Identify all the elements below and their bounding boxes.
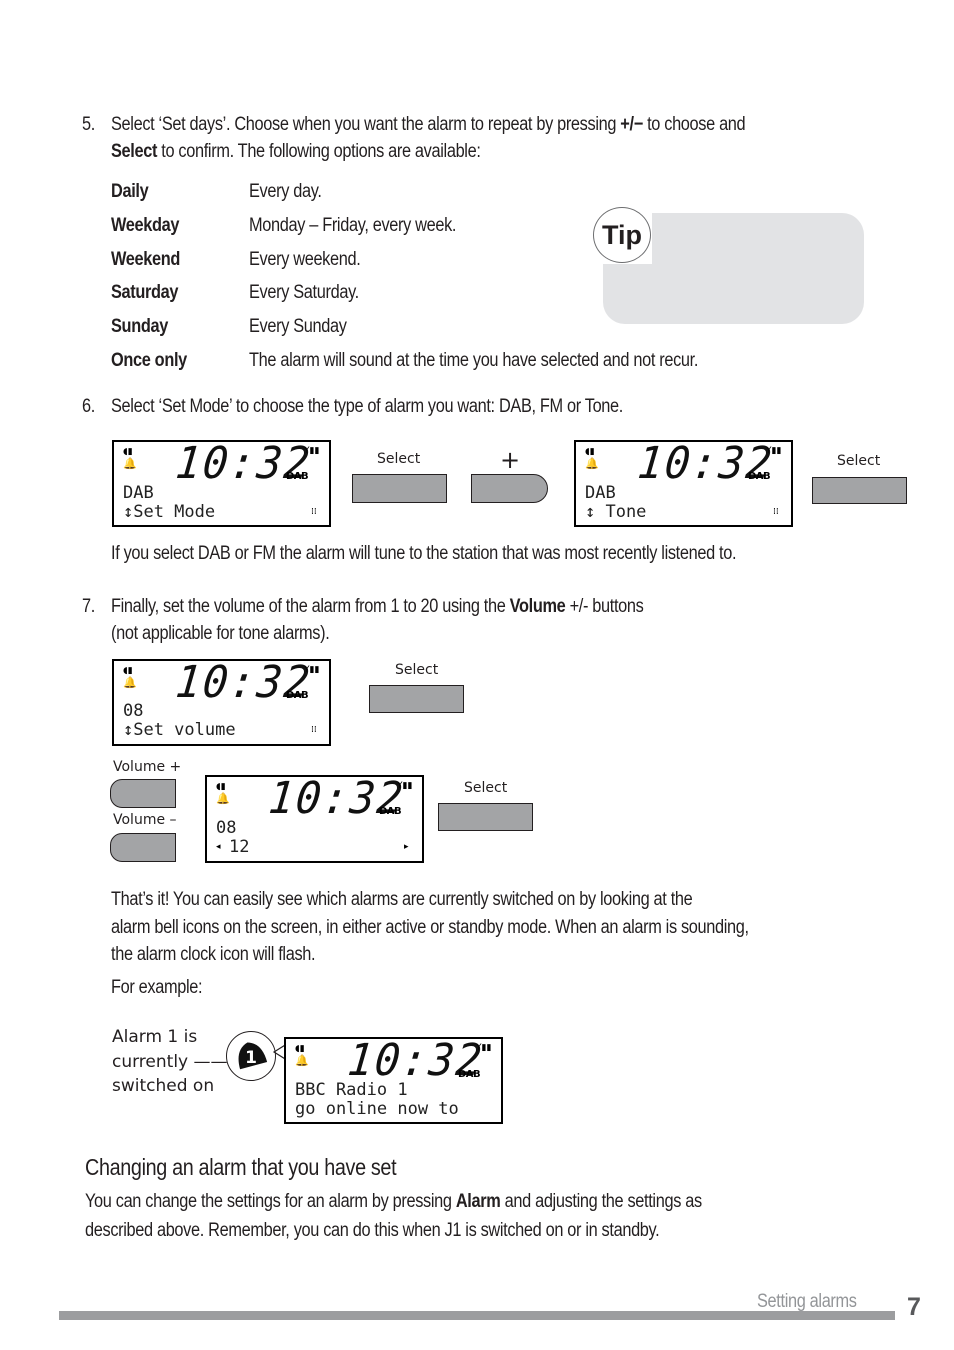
step-6-number: 6.: [82, 396, 95, 417]
alarm-bell-icon: 🔔: [123, 676, 137, 689]
scroll-icon: ⁞⁞: [311, 507, 317, 517]
lcd-line-2: ↕Set Mode: [123, 502, 216, 522]
select-button[interactable]: [438, 803, 533, 831]
step-7-line-2: (not applicable for tone alarms).: [111, 623, 330, 644]
lcd-display-tone: ◖▮ 🔔 10:32 Y▮▮ DAB DAB ↕ Tone ⁞⁞: [574, 438, 793, 527]
dab-badge: DAB: [286, 690, 309, 701]
select-button[interactable]: [369, 685, 464, 713]
volume-plus-button[interactable]: [110, 779, 176, 808]
tip-badge: Tip: [593, 207, 651, 263]
volume-minus-button[interactable]: [110, 833, 176, 862]
battery-icon: ◖▮: [123, 447, 133, 457]
step-5-line-2: Select to confirm. The following options…: [111, 141, 481, 162]
plus-button[interactable]: [471, 474, 548, 503]
option-key-once-only: Once only: [111, 350, 187, 371]
alarm-bell-magnified-icon: 1: [226, 1031, 276, 1081]
callout-line-1: Alarm 1 is: [112, 1027, 198, 1047]
alarm-bell-icon: 🔔: [295, 1054, 309, 1067]
footer-section-title: Setting alarms: [757, 1291, 857, 1312]
callout-line-3: switched on: [112, 1076, 215, 1096]
lcd-line-1: DAB: [585, 483, 616, 503]
dab-badge: DAB: [748, 471, 771, 482]
alarm-bell-icon: 🔔: [585, 457, 599, 470]
select-button[interactable]: [812, 477, 907, 504]
signal-icon: Y▮▮: [304, 446, 320, 456]
step-5-number: 5.: [82, 114, 95, 135]
alarm-bell-icon: 🔔: [123, 457, 137, 470]
volume-up-icon: ▸: [404, 842, 409, 852]
lcd-line-1: 08: [216, 818, 237, 838]
lcd-line-2: ↕ Tone: [585, 502, 647, 522]
signal-icon: Y▮▮: [766, 446, 782, 456]
select-label: Select: [464, 780, 508, 796]
summary-line-3: the alarm clock icon will flash.: [111, 944, 316, 965]
option-value-sunday: Every Sunday: [249, 316, 347, 337]
battery-icon: ◖▮: [216, 782, 226, 792]
option-key-saturday: Saturday: [111, 282, 179, 303]
battery-icon: ◖▮: [295, 1044, 305, 1054]
changing-line-2: described above. Remember, you can do th…: [85, 1220, 660, 1241]
scroll-icon: ⁞⁞: [773, 507, 779, 517]
step-5-line-1: Select ‘Set days’. Choose when you want …: [111, 114, 746, 135]
lcd-display-volume-12: ◖▮ 🔔 10:32 Y▮▮ DAB 08 ◂ 12 ▸: [205, 773, 424, 863]
dab-badge: DAB: [286, 471, 309, 482]
lcd-display-set-volume: ◖▮ 🔔 10:32 Y▮▮ DAB 08 ↕Set volume ⁞⁞: [112, 657, 331, 746]
option-value-weekday: Monday – Friday, every week.: [249, 215, 457, 236]
lcd-line-1: 08: [123, 701, 144, 721]
volume-down-icon: ◂: [216, 842, 221, 852]
lcd-line-2: go online now to: [295, 1099, 459, 1119]
select-label: Select: [395, 662, 439, 678]
option-value-once-only: The alarm will sound at the time you hav…: [249, 350, 699, 371]
option-key-weekend: Weekend: [111, 249, 181, 270]
option-value-saturday: Every Saturday.: [249, 282, 359, 303]
step-6-note: If you select DAB or FM the alarm will t…: [111, 543, 737, 564]
option-value-weekend: Every weekend.: [249, 249, 361, 270]
alarm-callout-text: Alarm 1 is currently —— switched on: [112, 1025, 228, 1099]
summary-line-2: alarm bell icons on the screen, in eithe…: [111, 917, 749, 938]
dab-badge: DAB: [379, 806, 402, 817]
battery-icon: ◖▮: [585, 447, 595, 457]
lcd-display-bbc-radio: ◖▮ 🔔 10:32 Y▮▮ DAB BBC Radio 1 go online…: [284, 1035, 503, 1124]
option-key-weekday: Weekday: [111, 215, 180, 236]
option-value-daily: Every day.: [249, 181, 322, 202]
option-key-sunday: Sunday: [111, 316, 168, 337]
footer-rule: [59, 1311, 895, 1320]
volume-minus-label: Volume –: [113, 812, 177, 828]
lcd-line-2: 12: [229, 837, 250, 857]
lcd-line-2: ↕Set volume: [123, 720, 236, 740]
summary-line-1: That’s it! You can easily see which alar…: [111, 889, 693, 910]
select-button[interactable]: [352, 474, 447, 503]
lcd-line-1: BBC Radio 1: [295, 1080, 408, 1100]
volume-plus-label: Volume +: [113, 759, 182, 775]
battery-icon: ◖▮: [123, 666, 133, 676]
step-7-line-1: Finally, set the volume of the alarm fro…: [111, 596, 644, 617]
section-heading: Changing an alarm that you have set: [85, 1154, 397, 1180]
signal-icon: Y▮▮: [397, 781, 413, 791]
callout-line-2: currently ——: [112, 1051, 228, 1072]
signal-icon: Y▮▮: [476, 1043, 492, 1053]
lcd-line-1: DAB: [123, 483, 154, 503]
option-key-daily: Daily: [111, 181, 149, 202]
select-label: Select: [837, 453, 881, 469]
svg-text:1: 1: [245, 1048, 257, 1068]
step-7-number: 7.: [82, 596, 95, 617]
changing-line-1: You can change the settings for an alarm…: [85, 1191, 702, 1212]
scroll-icon: ⁞⁞: [311, 725, 317, 735]
signal-icon: Y▮▮: [304, 665, 320, 675]
plus-label: +: [500, 446, 521, 474]
lcd-display-set-mode: ◖▮ 🔔 10:32 Y▮▮ DAB DAB ↕Set Mode ⁞⁞: [112, 438, 331, 527]
example-label: For example:: [111, 977, 203, 998]
alarm-bell-icon: 🔔: [216, 792, 230, 805]
dab-badge: DAB: [458, 1069, 481, 1080]
step-6-text: Select ‘Set Mode’ to choose the type of …: [111, 396, 623, 417]
page-number: 7: [907, 1293, 921, 1321]
select-label: Select: [377, 451, 421, 467]
